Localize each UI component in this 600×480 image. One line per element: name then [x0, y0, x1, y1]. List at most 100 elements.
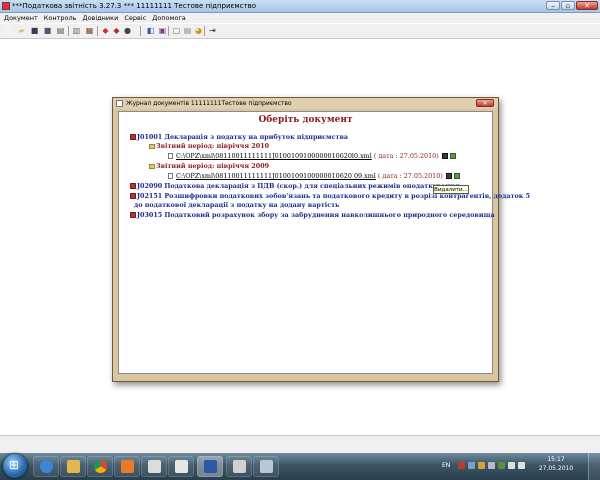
period-label: Звітний період: півріччя 2010 — [156, 142, 270, 150]
refresh-icon[interactable]: ◕ — [194, 26, 203, 35]
save-icon[interactable]: ■ — [30, 26, 39, 35]
folder-icon — [149, 143, 155, 149]
language-indicator[interactable]: EN — [442, 462, 450, 469]
tree-file-2010[interactable]: C:\OPZ\xml\08110011111111J01001091000000… — [168, 152, 456, 161]
doc-title: Податкова декларація з ПДВ (скор.) для с… — [164, 182, 460, 190]
clock-date: 27.05.2010 — [538, 465, 574, 472]
flag-icon[interactable] — [508, 462, 515, 469]
print-icon[interactable]: ▤ — [56, 26, 65, 35]
doc-code: J02090 — [137, 182, 163, 190]
taskbar-explorer[interactable] — [60, 456, 86, 477]
document-icon — [175, 460, 188, 473]
open-folder-icon[interactable]: ▰ — [17, 26, 26, 35]
dialog-header: Оберіть документ — [258, 115, 353, 125]
taskbar-app-2[interactable] — [168, 456, 194, 477]
tree-node-period-2010[interactable]: Звітний період: півріччя 2010 — [149, 142, 269, 151]
taskbar-app-4[interactable] — [253, 456, 279, 477]
antivirus-icon[interactable] — [458, 462, 465, 469]
document-icon — [148, 460, 161, 473]
media-player-icon — [121, 460, 134, 473]
tree-node-j03015[interactable]: J03015 Податковий розрахунок збору за за… — [130, 211, 495, 220]
folder-icon — [149, 163, 155, 169]
export-icon[interactable]: ● — [123, 26, 132, 35]
menu-references[interactable]: Довідники — [81, 13, 121, 23]
exit-icon[interactable]: ⇥ — [208, 26, 217, 35]
delete-icon[interactable] — [441, 153, 448, 159]
tray-app-icon[interactable] — [468, 462, 475, 469]
books-icon[interactable]: ◆ — [112, 26, 121, 35]
book-icon — [130, 183, 136, 189]
status-bar — [0, 435, 600, 454]
dialog-title: Журнал документів 11111111Тестове підпри… — [126, 100, 292, 107]
tree-node-j02151[interactable]: J02151 Розшифровки податкових зобов'язан… — [130, 192, 530, 201]
network-icon[interactable] — [498, 462, 505, 469]
doc-code: J02151 — [137, 192, 163, 200]
save-as-icon[interactable]: ■ — [43, 26, 52, 35]
open-icon[interactable] — [449, 153, 456, 159]
book-icon — [130, 134, 136, 140]
dialog-title-bar[interactable]: Журнал документів 11111111Тестове підпри… — [113, 98, 498, 109]
close-button[interactable]: ✕ — [576, 1, 598, 10]
menu-help[interactable]: Допомога — [150, 13, 188, 23]
taskbar-tax-app[interactable] — [197, 456, 223, 477]
dialog-content: Оберіть документ J01001 Декларація з под… — [118, 111, 530, 374]
menu-document[interactable]: Документ — [2, 13, 40, 23]
window-icon — [233, 460, 246, 473]
file-date: ( дата : 27.05.2010) — [373, 152, 439, 160]
doc-title: Податковий розрахунок збору за забруднен… — [164, 211, 495, 219]
sign-icon[interactable]: ◧ — [146, 26, 155, 35]
app-title-bar[interactable]: ***Податкова звітність 3.27.3 *** 111111… — [0, 0, 600, 13]
minimize-button[interactable]: – — [546, 1, 560, 10]
menu-control[interactable]: Контроль — [42, 13, 79, 23]
maximize-button[interactable]: ▫ — [561, 1, 575, 10]
doc-title: Розшифровки податкових зобов'язань та по… — [164, 192, 531, 200]
tree-node-j02151-cont: до податкової декларації з податку на до… — [134, 201, 339, 210]
delete-icon[interactable] — [445, 173, 452, 179]
taskbar-media[interactable] — [114, 456, 140, 477]
tree-node-period-2009[interactable]: Звітний період: півріччя 2009 — [149, 162, 269, 171]
preview-icon[interactable]: ▦ — [85, 26, 94, 35]
chrome-icon — [94, 460, 107, 473]
window-list-icon[interactable]: ▤ — [183, 26, 192, 35]
delete-tooltip: Видалити... — [433, 185, 469, 194]
doc-code: J03015 — [137, 211, 163, 219]
doc-title: Декларація з податку на прибуток підприє… — [164, 133, 349, 141]
journal-icon[interactable]: ▥ — [72, 26, 81, 35]
toolbar: ▯ ▰ ■ ■ ▤ ▥ ▦ ◆ ◆ ● ◧ ▣ ▢ ▤ ◕ ⇥ — [0, 24, 600, 39]
taskbar-chrome[interactable] — [87, 456, 113, 477]
toolbar-separator — [140, 26, 141, 36]
taskbar-app-3[interactable] — [226, 456, 252, 477]
app-title: ***Податкова звітність 3.27.3 *** 111111… — [12, 2, 256, 10]
tree-node-j02090[interactable]: J02090 Податкова декларація з ПДВ (скор.… — [130, 182, 460, 191]
start-button[interactable] — [3, 454, 27, 478]
tree-node-j01001[interactable]: J01001 Декларація з податку на прибуток … — [130, 133, 348, 142]
app-icon — [2, 2, 10, 10]
toolbar-separator — [68, 26, 69, 36]
file-link[interactable]: C:\OPZ\xml\08110011111111J01001091000000… — [176, 172, 376, 180]
period-label: Звітний період: півріччя 2009 — [156, 162, 270, 170]
show-desktop-button[interactable] — [588, 453, 600, 480]
tree-file-2009[interactable]: C:\OPZ\xml\08110011111111J01001091000000… — [168, 172, 460, 181]
volume-icon[interactable] — [518, 462, 525, 469]
window-controls: – ▫ ✕ — [546, 1, 598, 11]
tray-app-icon[interactable] — [478, 462, 485, 469]
menu-bar: Документ Контроль Довідники Сервіс Допом… — [0, 13, 600, 23]
doc-title-continuation: до податкової декларації з податку на до… — [134, 201, 340, 209]
taskbar-ie[interactable] — [33, 456, 59, 477]
encrypt-icon[interactable]: ▣ — [158, 26, 167, 35]
menu-service[interactable]: Сервіс — [122, 13, 148, 23]
windows-icon[interactable]: ▢ — [172, 26, 181, 35]
file-link[interactable]: C:\OPZ\xml\08110011111111J01001091000000… — [176, 152, 372, 160]
clock[interactable]: 15:17 27.05.2010 — [534, 455, 578, 473]
taskbar: EN 15:17 27.05.2010 — [0, 453, 600, 480]
check-icon[interactable]: ◆ — [101, 26, 110, 35]
new-document-icon[interactable]: ▯ — [4, 26, 13, 35]
open-icon[interactable] — [453, 173, 460, 179]
book-icon — [130, 193, 136, 199]
folder-icon — [67, 460, 80, 473]
dialog-close-button[interactable]: ✕ — [476, 99, 494, 107]
document-journal-dialog: Журнал документів 11111111Тестове підпри… — [112, 97, 530, 382]
taskbar-app-1[interactable] — [141, 456, 167, 477]
doc-code: J01001 — [137, 133, 163, 141]
tray-app-icon[interactable] — [488, 462, 495, 469]
